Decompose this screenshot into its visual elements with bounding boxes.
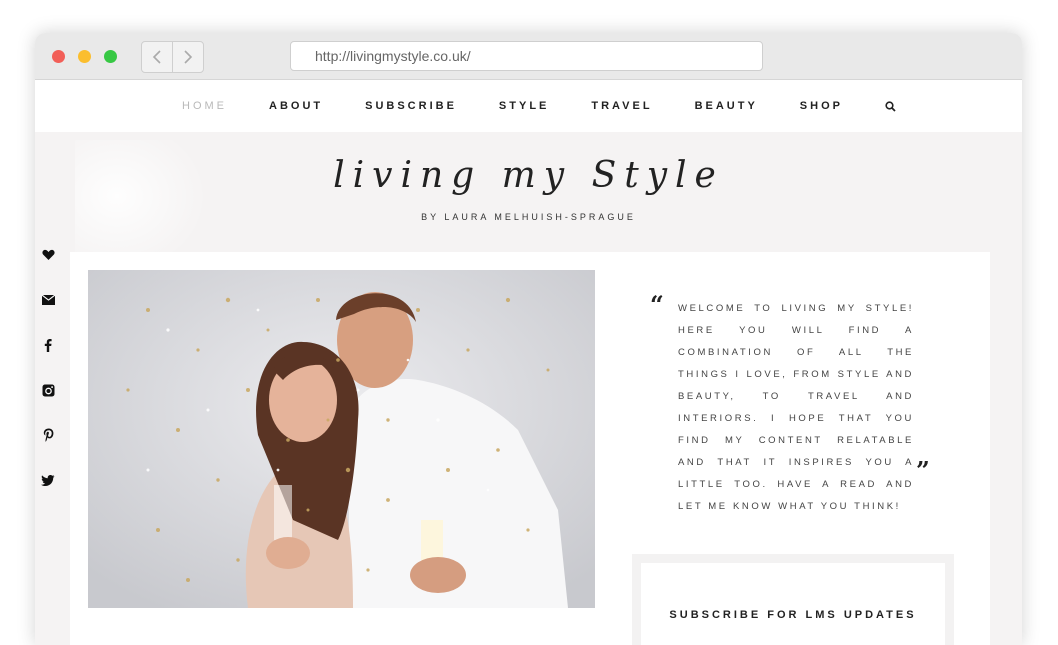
chevron-left-icon	[152, 50, 161, 64]
site-byline: BY LAURA MELHUISH-SPRAGUE	[421, 212, 636, 222]
nav-item-beauty[interactable]: BEAUTY	[695, 100, 758, 112]
instagram-icon[interactable]	[41, 383, 55, 397]
mail-icon[interactable]	[41, 293, 55, 307]
search-button[interactable]	[885, 100, 896, 112]
intro-section: “ Welcome to Living My Style! Here you w…	[70, 252, 990, 645]
search-icon	[885, 100, 896, 112]
back-button[interactable]	[142, 42, 172, 72]
subscribe-widget: SUBSCRIBE FOR LMS UPDATES	[632, 554, 954, 645]
subscribe-title: SUBSCRIBE FOR LMS UPDATES	[669, 609, 917, 621]
main-navigation: HOME ABOUT SUBSCRIBE STYLE TRAVEL BEAUTY…	[35, 80, 1022, 132]
open-quote-icon: “	[650, 290, 664, 319]
pinterest-icon[interactable]	[41, 428, 55, 442]
minimize-window-button[interactable]	[78, 50, 91, 63]
nav-item-travel[interactable]: TRAVEL	[591, 100, 652, 112]
browser-toolbar: http://livingmystyle.co.uk/	[35, 33, 1022, 80]
welcome-text: Welcome to Living My Style! Here you wil…	[678, 303, 914, 512]
history-buttons	[141, 41, 204, 73]
couple-celebration-image	[88, 270, 595, 608]
subscribe-box: SUBSCRIBE FOR LMS UPDATES	[641, 563, 945, 645]
nav-item-subscribe[interactable]: SUBSCRIBE	[365, 100, 457, 112]
featured-photo[interactable]	[88, 270, 595, 608]
web-page: HOME ABOUT SUBSCRIBE STYLE TRAVEL BEAUTY…	[35, 80, 1022, 645]
nav-item-about[interactable]: ABOUT	[269, 100, 323, 112]
browser-window: http://livingmystyle.co.uk/ HOME ABOUT S…	[35, 33, 1022, 645]
nav-item-home[interactable]: HOME	[182, 100, 227, 112]
address-bar[interactable]: http://livingmystyle.co.uk/	[290, 41, 763, 71]
close-window-button[interactable]	[52, 50, 65, 63]
forward-button[interactable]	[172, 42, 203, 72]
nav-item-shop[interactable]: SHOP	[800, 100, 843, 112]
twitter-icon[interactable]	[41, 473, 55, 487]
close-quote-icon: ”	[916, 456, 930, 485]
nav-item-style[interactable]: STYLE	[499, 100, 549, 112]
chevron-right-icon	[184, 50, 193, 64]
heart-icon[interactable]	[41, 248, 55, 262]
maximize-window-button[interactable]	[104, 50, 117, 63]
facebook-icon[interactable]	[41, 338, 55, 352]
site-logo[interactable]: living my Style	[35, 155, 1022, 196]
